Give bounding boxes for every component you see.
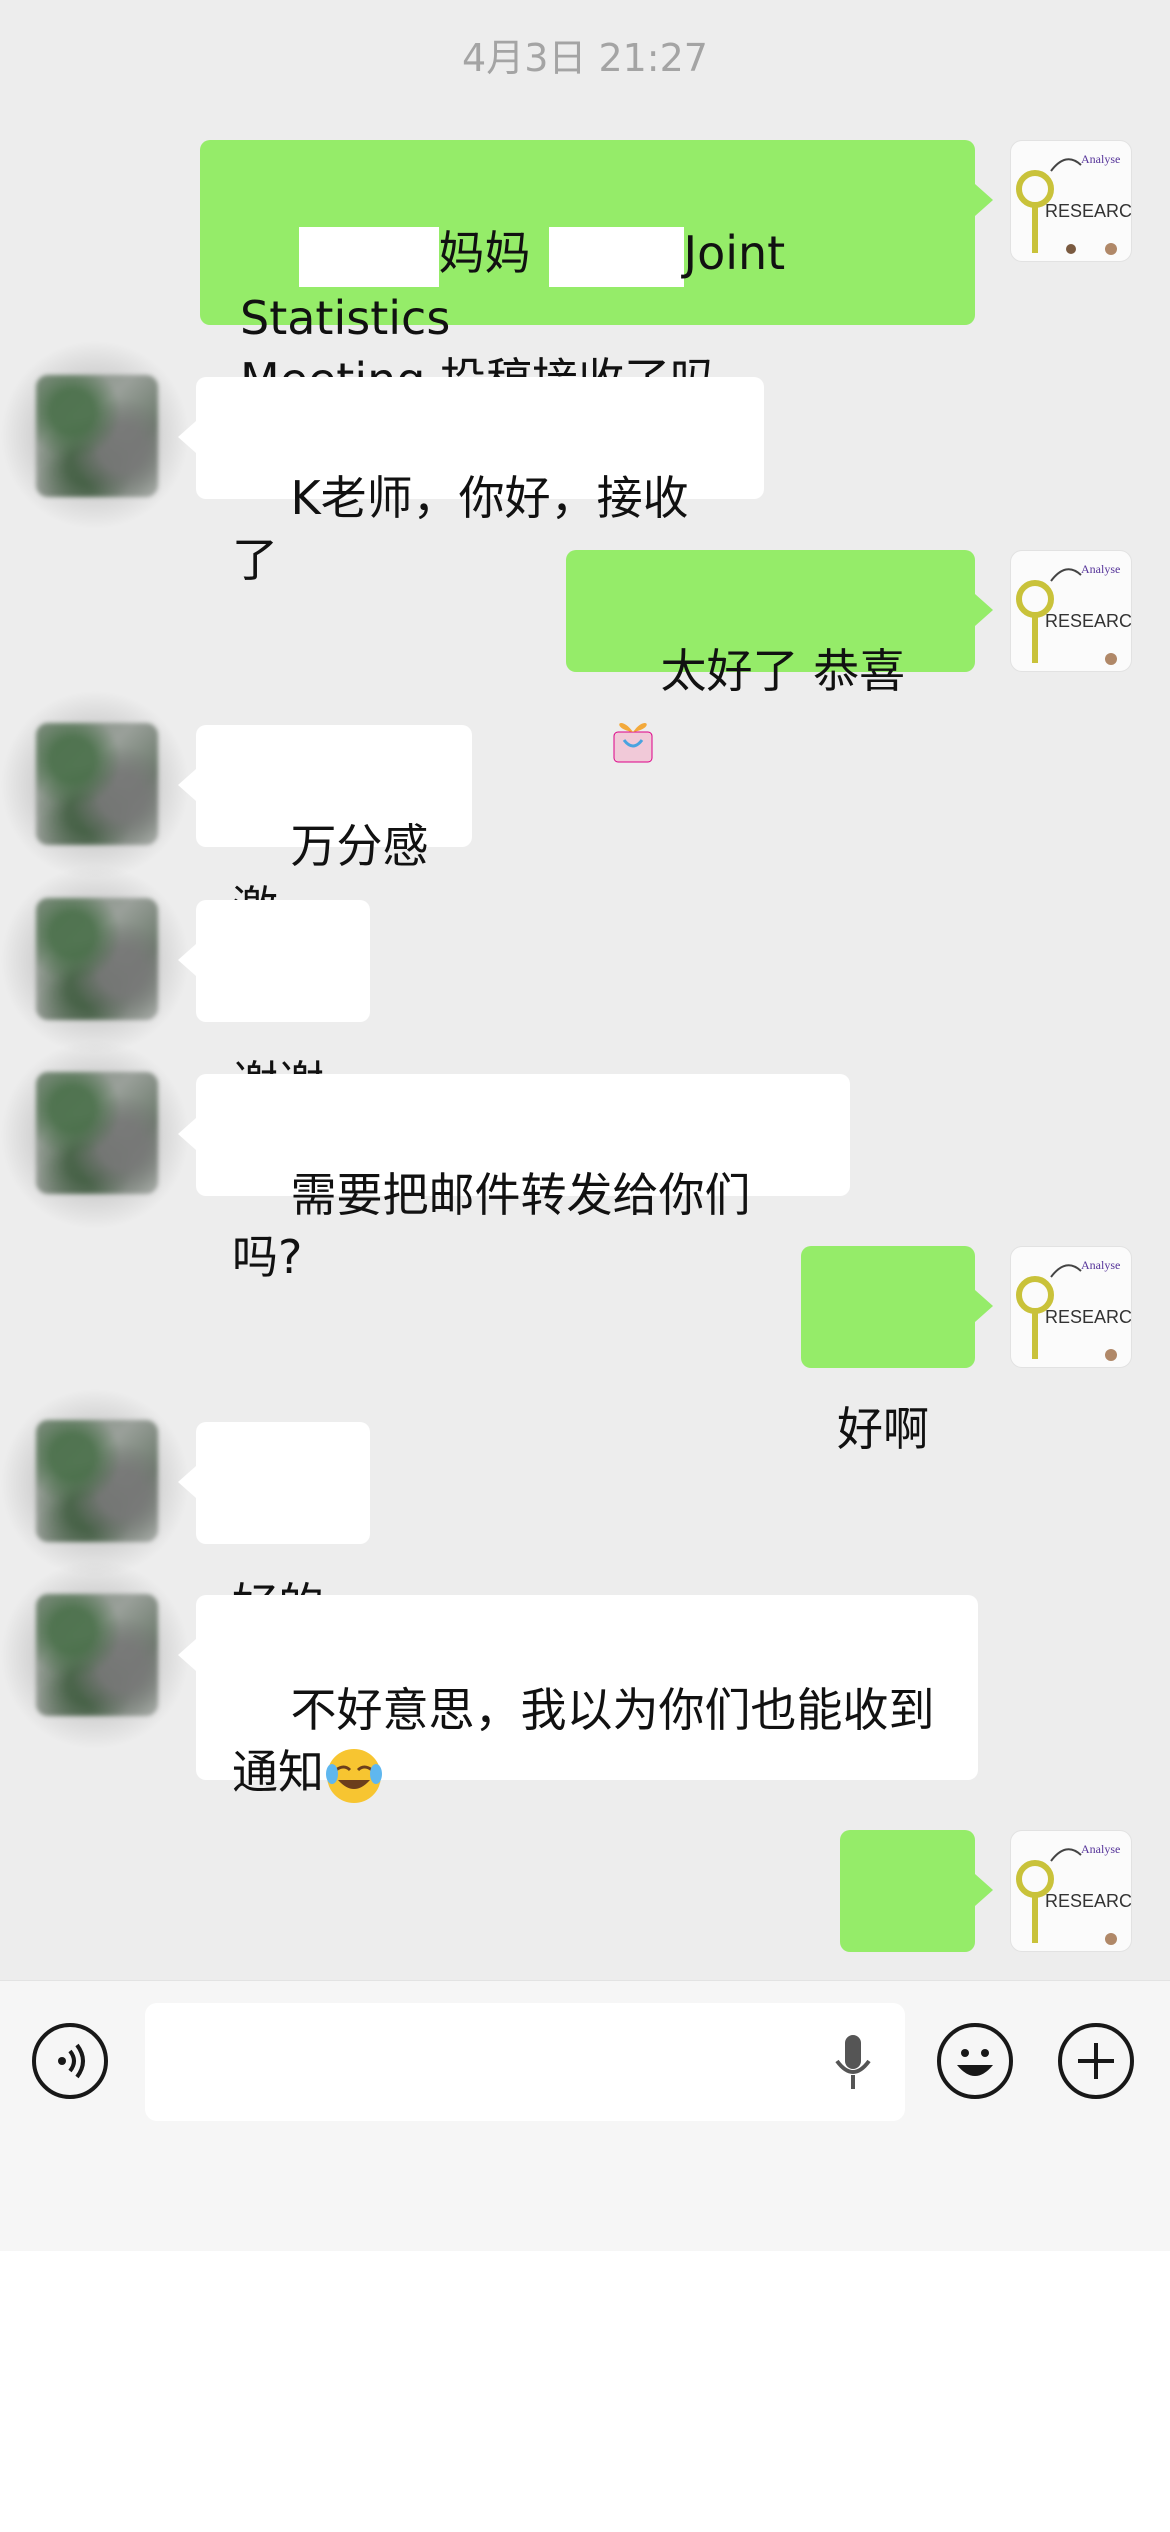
self-avatar[interactable]: RESEARCH Analyse (1010, 140, 1132, 262)
research-avatar-icon: RESEARCH Analyse (1016, 562, 1132, 665)
svg-text:Analyse: Analyse (1081, 562, 1120, 576)
message-bubble-out[interactable]: 好啊 (801, 1246, 993, 1456)
contact-avatar[interactable] (36, 1072, 158, 1194)
self-avatar[interactable]: RESEARCH Analyse (1010, 550, 1132, 672)
svg-text:Analyse: Analyse (1081, 1258, 1120, 1272)
svg-text:Analyse: Analyse (1081, 152, 1120, 166)
voice-button[interactable] (32, 2023, 108, 2099)
plus-icon (1078, 2043, 1114, 2079)
message-bubble-out[interactable]: 太好了 恭喜 (566, 550, 993, 762)
message-input[interactable] (145, 2003, 905, 2121)
gift-emoji (613, 722, 653, 762)
svg-text:RESEARCH: RESEARCH (1045, 611, 1132, 631)
message-bubble-in[interactable]: 万分感激 (178, 725, 472, 935)
more-button[interactable] (1058, 2023, 1134, 2099)
message-text: 好啊 (837, 1402, 929, 1456)
message-bubble-in[interactable]: 需要把邮件转发给你们吗? (178, 1074, 850, 1284)
contact-avatar[interactable] (36, 898, 158, 1020)
input-bar (0, 1980, 1170, 2251)
research-avatar-icon: RESEARCH Analyse (1016, 1258, 1132, 1361)
message-text: 太好了 恭喜 (660, 644, 906, 698)
laughing-crying-emoji (326, 1748, 382, 1803)
message-text: 需要把邮件转发给你们吗? (232, 1168, 751, 1284)
emoji-icon (957, 2049, 993, 2076)
voice-icon (58, 2043, 85, 2079)
message-text: 通知 (232, 1745, 324, 1799)
message-text: 不好意思，我以为你们也能收到 (290, 1683, 935, 1737)
self-avatar[interactable]: RESEARCH Analyse (1010, 1830, 1132, 1952)
microphone-icon[interactable] (831, 2033, 875, 2093)
redacted-block (548, 226, 684, 287)
message-bubble-in[interactable]: K老师，你好，接收了 (178, 377, 764, 587)
message-bubble-in[interactable]: 不好意思，我以为你们也能收到通知 (178, 1595, 978, 1803)
emoji-button[interactable] (937, 2023, 1013, 2099)
contact-avatar[interactable] (36, 375, 158, 497)
message-text: 妈妈 (438, 226, 531, 280)
self-avatar[interactable]: RESEARCH Analyse (1010, 1246, 1132, 1368)
svg-text:RESEARCH: RESEARCH (1045, 1307, 1132, 1327)
research-avatar-icon: RESEARCH Analyse (1016, 1842, 1132, 1945)
message-bubble-in[interactable]: 好的 (178, 1422, 370, 1632)
chat-area[interactable]: 4月3日 21:27 妈妈Joint StatisticsMeeting 投稿接… (0, 0, 1170, 2046)
message-bubble-in[interactable]: 谢谢 (178, 900, 370, 1110)
contact-avatar[interactable] (36, 723, 158, 845)
timestamp: 4月3日 21:27 (462, 36, 708, 80)
svg-text:RESEARCH: RESEARCH (1045, 201, 1132, 221)
svg-text:Analyse: Analyse (1081, 1842, 1120, 1856)
contact-avatar[interactable] (36, 1420, 158, 1542)
message-bubble-out[interactable]: 妈妈Joint StatisticsMeeting 投稿接收了吗 (200, 140, 993, 407)
svg-text:RESEARCH: RESEARCH (1045, 1891, 1132, 1911)
message-bubble-out[interactable] (840, 1830, 993, 2046)
redacted-block (298, 226, 439, 287)
contact-avatar[interactable] (36, 1594, 158, 1716)
research-avatar-icon: RESEARCH Analyse (1016, 152, 1132, 255)
